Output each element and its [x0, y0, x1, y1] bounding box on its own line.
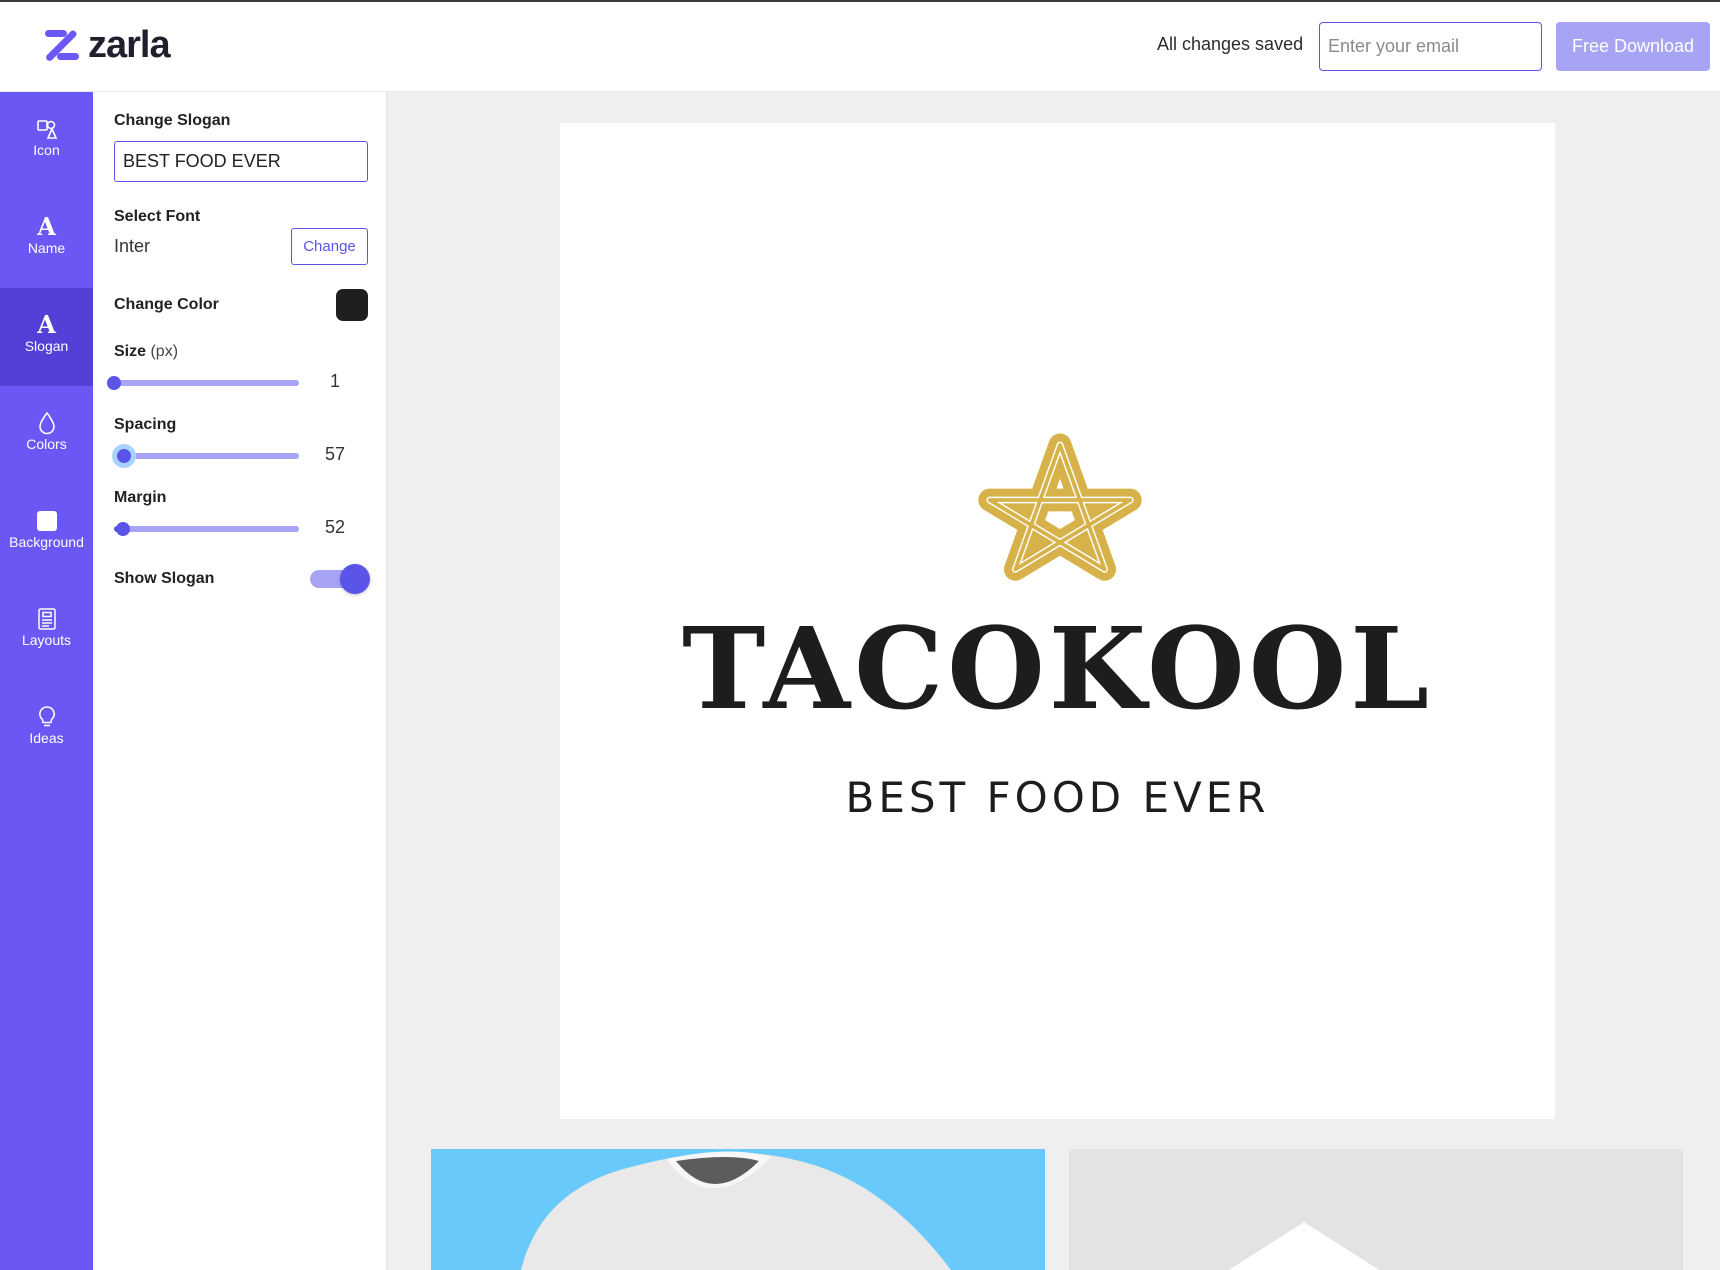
sidebar-item-icon[interactable]: Icon	[0, 92, 93, 190]
size-label-text: Size	[114, 343, 147, 360]
margin-value: 52	[324, 517, 346, 537]
size-unit: (px)	[150, 343, 179, 360]
tshirt-mockup[interactable]	[431, 1149, 1045, 1270]
sidebar-item-label: Ideas	[29, 730, 64, 746]
change-color-label: Change Color	[114, 296, 219, 313]
sidebar-item-ideas[interactable]: Ideas	[0, 680, 93, 778]
sidebar-item-background[interactable]: Background	[0, 484, 93, 582]
free-download-button[interactable]: Free Download	[1556, 22, 1710, 71]
lightbulb-icon	[0, 704, 93, 730]
toggle-knob	[340, 564, 370, 594]
knot-star-icon	[978, 433, 1142, 581]
sidebar-item-slogan[interactable]: A Slogan	[0, 288, 93, 386]
spacing-value: 57	[324, 444, 346, 464]
spacing-slider[interactable]	[114, 446, 299, 466]
drop-icon	[0, 410, 93, 436]
change-slogan-label: Change Slogan	[114, 112, 231, 129]
slider-thumb[interactable]	[107, 376, 121, 390]
letter-a-icon: A	[37, 310, 56, 339]
margin-label: Margin	[114, 489, 167, 506]
margin-slider[interactable]	[114, 519, 299, 539]
sidebar-item-layouts[interactable]: Layouts	[0, 582, 93, 680]
spacing-label: Spacing	[114, 416, 177, 433]
logo-slogan: BEST FOOD EVER	[845, 773, 1270, 822]
sidebar-item-label: Background	[9, 534, 84, 550]
size-label: Size (px)	[114, 343, 178, 361]
slogan-color-swatch[interactable]	[336, 289, 368, 321]
zarla-logo[interactable]: zarla	[44, 24, 171, 66]
sidebar-item-label: Layouts	[21, 632, 72, 648]
slider-track	[114, 453, 299, 459]
house-roof-icon	[1229, 1222, 1379, 1270]
tool-sidebar: Icon A Name A Slogan Colors Background L…	[0, 92, 93, 1270]
preview-area: TACOKOOL BEST FOOD EVER	[387, 92, 1720, 1270]
sidebar-item-label: Slogan	[24, 338, 69, 354]
slider-thumb[interactable]	[116, 522, 130, 536]
slogan-input[interactable]	[114, 141, 368, 182]
logo-canvas: TACOKOOL BEST FOOD EVER	[560, 123, 1555, 1119]
slider-track	[114, 526, 299, 532]
zarla-logo-icon	[45, 30, 79, 61]
show-slogan-toggle[interactable]	[310, 564, 370, 594]
current-font: Inter	[114, 236, 151, 256]
email-input[interactable]	[1319, 22, 1542, 71]
show-slogan-label: Show Slogan	[114, 570, 215, 587]
square-icon	[0, 508, 93, 534]
change-font-button[interactable]: Change	[291, 228, 368, 265]
select-font-label: Select Font	[114, 208, 201, 225]
sidebar-item-name[interactable]: A Name	[0, 190, 93, 288]
size-value: 1	[329, 371, 340, 391]
slider-thumb[interactable]	[117, 449, 131, 463]
slider-track	[114, 380, 299, 386]
sidebar-item-label: Icon	[33, 142, 60, 158]
top-bar: zarla All changes saved Free Download	[0, 2, 1720, 92]
sidebar-item-colors[interactable]: Colors	[0, 386, 93, 484]
house-mockup[interactable]	[1069, 1149, 1683, 1270]
save-status: All changes saved	[1157, 34, 1304, 54]
sidebar-item-label: Name	[27, 240, 66, 256]
logo-brand-name: TACOKOOL	[681, 604, 1434, 735]
sidebar-item-label: Colors	[26, 436, 67, 452]
brand-wordmark: zarla	[88, 24, 171, 66]
letter-a-icon: A	[37, 212, 56, 241]
size-slider[interactable]	[107, 373, 299, 393]
slogan-settings-panel: Change Slogan Select Font Inter Change C…	[93, 92, 387, 1270]
icon-shapes-icon	[0, 116, 93, 142]
tshirt-icon	[521, 1151, 951, 1270]
layout-icon	[0, 606, 93, 632]
